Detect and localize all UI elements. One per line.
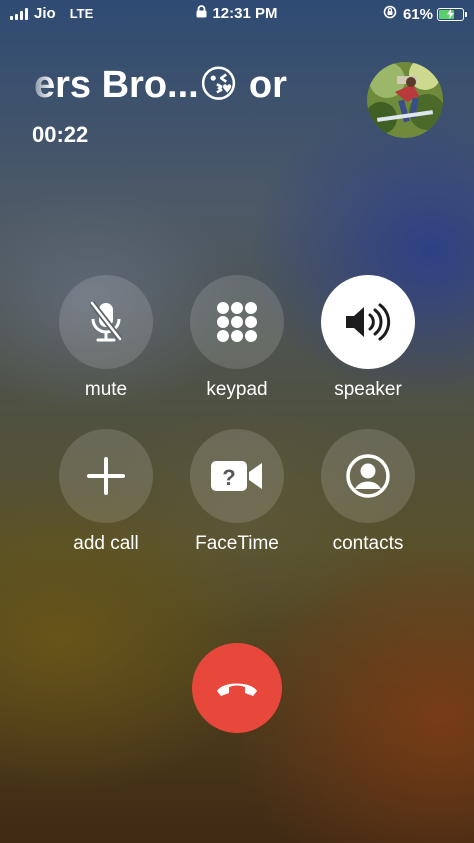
person-circle-icon: [346, 454, 390, 498]
end-call-button[interactable]: [192, 643, 282, 733]
status-right: 61%: [383, 5, 467, 23]
speaker-wave-icon: [346, 303, 391, 341]
keypad-circle[interactable]: [190, 275, 284, 369]
status-time: 12:31 PM: [212, 5, 278, 22]
keypad-grid-icon: [217, 302, 257, 342]
rotation-lock-icon: [383, 5, 397, 23]
mic-slash-icon: [89, 301, 123, 342]
contacts-label: contacts: [332, 533, 404, 554]
orientation-lock-icon: [196, 5, 207, 22]
speaker-circle[interactable]: [321, 275, 415, 369]
phone-hangup-icon: [217, 683, 257, 696]
speaker-button[interactable]: speaker: [320, 275, 416, 401]
facetime-label: FaceTime: [195, 533, 279, 554]
caller-name: ers Bro...😘 or: [34, 64, 287, 106]
plus-icon: [87, 457, 125, 495]
add-call-circle[interactable]: [59, 429, 153, 523]
caller-avatar: [367, 62, 443, 138]
keypad-button[interactable]: keypad: [189, 275, 285, 401]
add-call-label: add call: [73, 533, 139, 554]
contacts-button[interactable]: contacts: [320, 429, 416, 555]
facetime-circle[interactable]: ?: [190, 429, 284, 523]
keypad-label: keypad: [206, 379, 268, 400]
video-question-icon: ?: [211, 461, 262, 491]
mute-label: mute: [84, 379, 128, 400]
battery-icon: [437, 7, 467, 21]
mute-button[interactable]: mute: [58, 275, 154, 401]
battery-percent: 61%: [402, 5, 433, 23]
status-bar: Jio LTE 12:31 PM 61%: [0, 0, 474, 28]
charging-bolt-icon: [447, 8, 454, 19]
call-timer: 00:22: [32, 122, 89, 147]
mute-circle[interactable]: [59, 275, 153, 369]
facetime-button[interactable]: ? FaceTime: [189, 429, 285, 555]
speaker-label: speaker: [334, 379, 402, 400]
add-call-button[interactable]: add call: [58, 429, 154, 555]
contacts-circle[interactable]: [321, 429, 415, 523]
svg-text:?: ?: [222, 465, 235, 490]
